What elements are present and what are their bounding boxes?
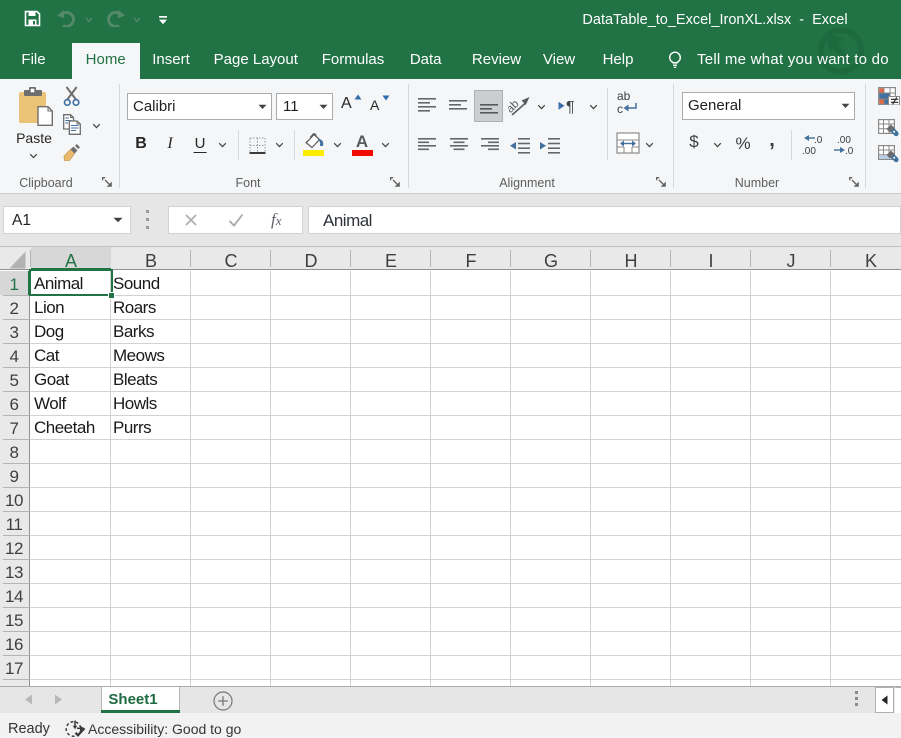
svg-text:.00: .00: [837, 135, 851, 146]
svg-text:.00: .00: [802, 146, 816, 155]
svg-text:¶: ¶: [566, 99, 575, 114]
svg-text:.0: .0: [845, 146, 853, 155]
svg-text:c: c: [617, 102, 623, 115]
svg-text:ab: ab: [508, 98, 522, 116]
svg-text:.0: .0: [814, 135, 823, 146]
